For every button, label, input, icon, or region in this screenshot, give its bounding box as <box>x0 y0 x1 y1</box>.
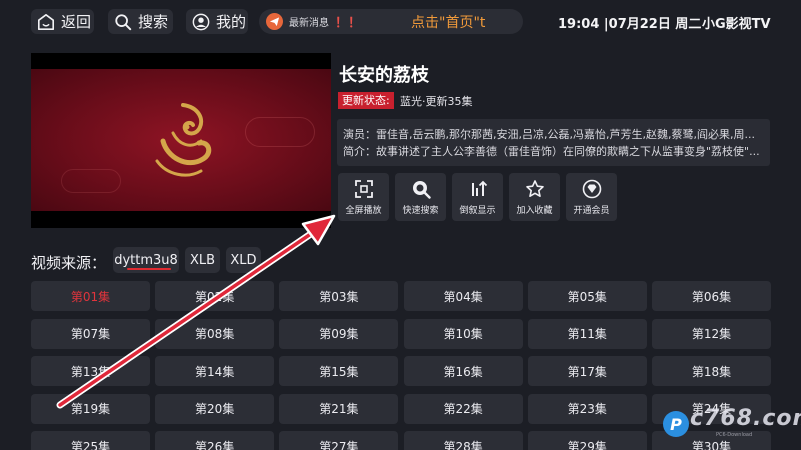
episode-button[interactable]: 第13集 <box>31 356 150 387</box>
description-box[interactable]: 演员：雷佳音,岳云鹏,那尔那茜,安沺,吕凉,公磊,冯嘉怡,芦芳生,赵魏,蔡鹭,阎… <box>337 119 770 166</box>
episode-button[interactable]: 第18集 <box>652 356 771 387</box>
episode-button[interactable]: 第21集 <box>279 393 399 424</box>
episode-button[interactable]: 第27集 <box>279 431 399 450</box>
selected-source-indicator <box>127 268 171 270</box>
back-label: 返回 <box>61 13 92 31</box>
home-icon <box>36 12 56 32</box>
episode-button[interactable]: 第11集 <box>527 318 647 349</box>
search-label: 搜索 <box>138 13 169 31</box>
episode-button[interactable]: 第09集 <box>279 318 399 349</box>
episode-grid: 第01集 第02集 第03集 第04集 第05集 第06集第07集 第08集 第09集 第10集… <box>31 281 771 450</box>
episode-button[interactable]: 第19集 <box>31 393 150 424</box>
source-tab-xlb[interactable]: XLB <box>185 247 220 273</box>
mine-button[interactable]: 我的 <box>186 9 248 34</box>
clock: 19:04 |07月22日 周二 <box>558 17 702 32</box>
episode-button[interactable]: 第04集 <box>403 281 523 311</box>
mine-label: 我的 <box>216 13 247 31</box>
sort-icon <box>468 179 488 199</box>
action-label: 倒叙显示 <box>459 206 496 216</box>
user-icon <box>191 12 211 32</box>
action-label: 全屏播放 <box>345 206 382 216</box>
vip-button[interactable]: 开通会员 <box>566 173 617 221</box>
episode-button[interactable]: 第08集 <box>155 318 275 349</box>
fullscreen-button[interactable]: 全屏播放 <box>338 173 389 221</box>
source-label: 视频来源： <box>31 254 107 272</box>
notice-bar[interactable]: 最新消息 ！！ 点击"首页"t <box>259 9 523 34</box>
top-bar: 返回 搜索 我的 最新消息 ！！ 点击"首页"t 19:04 |07月22日 周… <box>0 0 801 42</box>
notice-mark: ！！ <box>335 16 362 31</box>
notice-text: 点击"首页"t <box>411 14 486 31</box>
app-name: 小G影视TV <box>702 17 771 32</box>
action-label: 加入收藏 <box>516 206 553 216</box>
episode-button[interactable]: 第07集 <box>31 318 150 349</box>
send-icon <box>266 13 283 30</box>
cloud-decoration <box>245 117 315 147</box>
episode-button[interactable]: 第02集 <box>155 281 275 311</box>
star-icon <box>525 179 545 199</box>
episode-button[interactable]: 第29集 <box>527 431 647 450</box>
episode-button[interactable]: 第22集 <box>403 393 523 424</box>
vip-icon <box>582 179 602 199</box>
action-label: 开通会员 <box>573 206 610 216</box>
episode-button[interactable]: 第03集 <box>279 281 399 311</box>
phoenix-emblem-icon <box>155 103 212 177</box>
watermark-text: c768.com <box>690 406 801 431</box>
cast-text: 演员：雷佳音,岳云鹏,那尔那茜,安沺,吕凉,公磊,冯嘉怡,芦芳生,赵魏,蔡鹭,阎… <box>343 128 755 141</box>
episode-button[interactable]: 第10集 <box>403 318 523 349</box>
summary-text: 简介：故事讲述了主人公李善德（雷佳音饰）在同僚的欺瞒之下从监事变身"荔枝使"..… <box>343 145 760 158</box>
status-badge: 更新状态: <box>338 92 394 109</box>
episode-button[interactable]: 第28集 <box>403 431 523 450</box>
action-label: 快速搜索 <box>402 206 439 216</box>
cloud-decoration <box>61 169 121 193</box>
episode-button[interactable]: 第20集 <box>155 393 275 424</box>
video-player[interactable] <box>31 53 331 228</box>
video-frame <box>31 69 331 211</box>
watermark-subtext: PC6·Download <box>716 432 753 438</box>
episode-button[interactable]: 第25集 <box>31 431 150 450</box>
video-title: 长安的荔枝 <box>339 65 429 86</box>
fullscreen-icon <box>354 179 374 199</box>
add-favorite-button[interactable]: 加入收藏 <box>509 173 560 221</box>
source-tab-xld[interactable]: XLD <box>226 247 261 273</box>
back-button[interactable]: 返回 <box>31 9 94 34</box>
episode-button[interactable]: 第06集 <box>652 281 771 311</box>
episode-button[interactable]: 第01集 <box>31 281 150 311</box>
reverse-order-button[interactable]: 倒叙显示 <box>452 173 503 221</box>
episode-button[interactable]: 第23集 <box>527 393 647 424</box>
episode-button[interactable]: 第12集 <box>652 318 771 349</box>
watermark-logo: P <box>663 411 689 437</box>
notice-label: 最新消息 <box>289 18 329 29</box>
episode-button[interactable]: 第14集 <box>155 356 275 387</box>
status-value: 蓝光·更新35集 <box>400 95 473 108</box>
episode-button[interactable]: 第17集 <box>527 356 647 387</box>
episode-button[interactable]: 第05集 <box>527 281 647 311</box>
episode-button[interactable]: 第26集 <box>155 431 275 450</box>
search-icon <box>411 179 431 199</box>
search-button[interactable]: 搜索 <box>108 9 173 34</box>
episode-button[interactable]: 第15集 <box>279 356 399 387</box>
quick-search-button[interactable]: 快速搜索 <box>395 173 446 221</box>
episode-button[interactable]: 第16集 <box>403 356 523 387</box>
search-icon <box>113 12 133 32</box>
